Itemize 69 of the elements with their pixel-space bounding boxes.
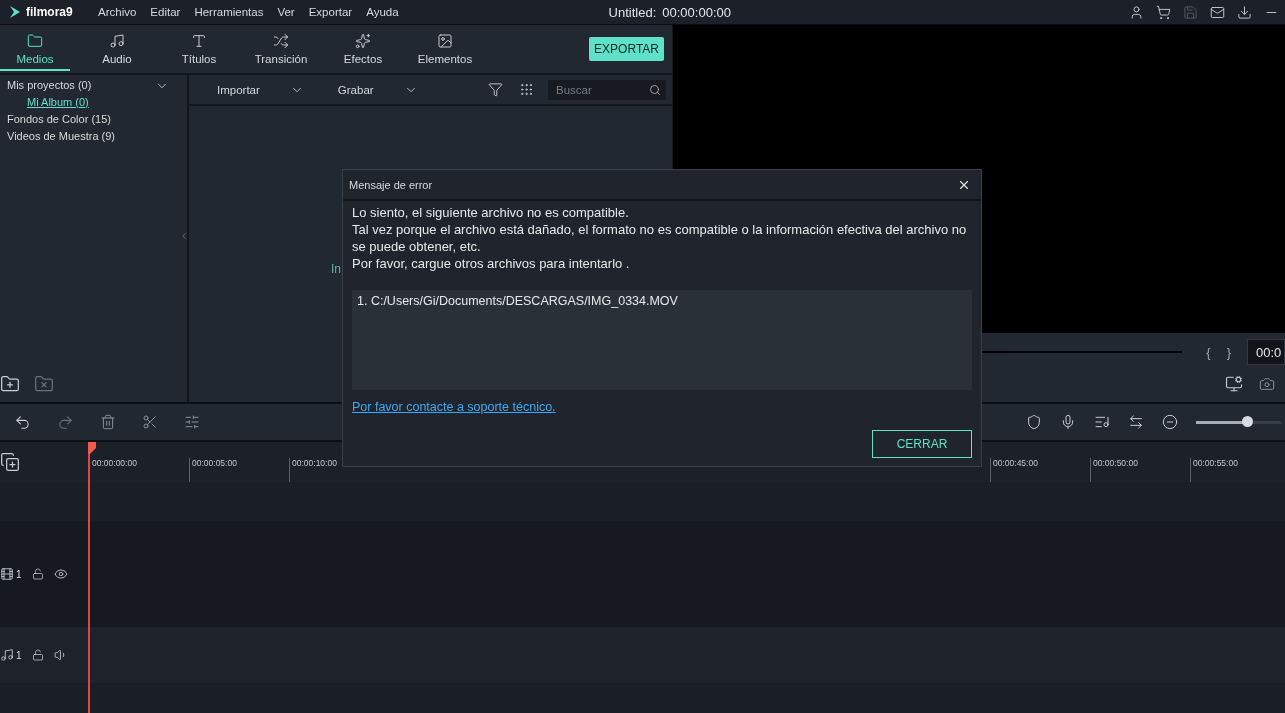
sidebar-item[interactable]: Mis proyectos (0): [7, 77, 92, 94]
trash-icon[interactable]: [100, 414, 116, 430]
menu-item[interactable]: Ver: [277, 6, 295, 18]
menu-item[interactable]: Editar: [150, 6, 181, 18]
record-dropdown[interactable]: Grabar: [337, 82, 418, 97]
project-timecode: 00:00:00:00: [662, 4, 731, 20]
download-icon[interactable]: [1237, 4, 1252, 20]
undo-icon[interactable]: [14, 413, 31, 431]
sidebar-item[interactable]: Mi Album (0): [27, 94, 89, 111]
redo-icon[interactable]: [57, 413, 74, 431]
close-dialog-button[interactable]: CERRAR: [872, 430, 972, 458]
menu-item[interactable]: Herramientas: [194, 6, 264, 18]
search-field[interactable]: Buscar: [548, 79, 666, 100]
image-icon: [437, 33, 453, 49]
tab[interactable]: Elementos: [410, 27, 480, 71]
folder-plus-icon[interactable]: [0, 374, 20, 394]
menu-item[interactable]: Ayuda: [366, 6, 399, 18]
mark-out-button[interactable]: }: [1226, 344, 1231, 360]
track-number: 1: [16, 649, 22, 661]
tab[interactable]: Títulos: [164, 27, 234, 71]
error-message: Por favor, cargue otros archivos para intentarlo .: [352, 255, 631, 272]
music-list-icon[interactable]: [1094, 414, 1110, 430]
lock-icon[interactable]: [31, 649, 44, 661]
app-logo: filmora9: [8, 5, 98, 19]
tab[interactable]: Transición: [246, 27, 316, 71]
eye-icon[interactable]: [53, 567, 68, 581]
fit-width-icon[interactable]: [1128, 414, 1144, 430]
microphone-icon[interactable]: [1060, 414, 1076, 430]
sliders-icon[interactable]: [184, 414, 200, 430]
music-note-icon: [109, 33, 125, 49]
support-link[interactable]: Por favor contacte a soporte técnico.: [352, 400, 556, 414]
folder-x-icon[interactable]: [34, 374, 54, 394]
mail-icon[interactable]: [1210, 4, 1225, 20]
shuffle-icon: [273, 33, 289, 49]
tab[interactable]: Medios: [0, 27, 70, 71]
menu-item[interactable]: Exportar: [308, 6, 353, 18]
import-hint[interactable]: In: [331, 262, 341, 276]
tab[interactable]: Efectos: [328, 27, 398, 71]
lock-icon[interactable]: [31, 568, 44, 580]
add-track-icon[interactable]: [0, 452, 20, 472]
search-icon: [649, 83, 661, 96]
file-path: 1. C:/Users/Gi/Documents/DESCARGAS/IMG_0334.MOV: [357, 294, 679, 308]
menu-item[interactable]: Archivo: [98, 6, 137, 18]
user-icon[interactable]: [1129, 4, 1144, 20]
filter-icon[interactable]: [488, 82, 503, 97]
import-dropdown[interactable]: Importar: [217, 82, 304, 97]
export-button[interactable]: EXPORTAR: [589, 37, 664, 61]
marker-icon[interactable]: [1026, 414, 1042, 430]
dialog-title: Mensaje de error: [349, 178, 433, 191]
mark-in-button[interactable]: {: [1206, 344, 1211, 360]
error-message: Tal vez porque el archivo está dañado, el formato no es compatible o la información efectiva del archivo no se puede obtener, etc.: [352, 221, 968, 255]
film-icon[interactable]: [0, 567, 14, 581]
cart-icon[interactable]: [1156, 4, 1171, 20]
preview-timecode: 00:0: [1247, 339, 1285, 365]
display-settings-icon[interactable]: [1225, 375, 1243, 393]
error-message: Lo siento, el siguiente archivo no es compatible.: [352, 204, 630, 221]
project-title: Untitled:: [608, 4, 657, 20]
track-number: 1: [16, 568, 22, 580]
grid-icon[interactable]: [519, 82, 534, 97]
text-icon: [191, 33, 207, 49]
folder-icon: [27, 33, 43, 49]
tab[interactable]: Audio: [82, 27, 152, 71]
sidebar-item[interactable]: Fondos de Color (15): [7, 111, 111, 128]
sparkle-icon: [355, 33, 371, 49]
music-note-icon[interactable]: [0, 648, 14, 662]
camera-icon[interactable]: [1259, 376, 1275, 392]
zoom-out-icon[interactable]: [1162, 414, 1178, 430]
sidebar-item[interactable]: Videos de Muestra (9): [7, 128, 116, 145]
scissors-icon[interactable]: [142, 414, 158, 430]
